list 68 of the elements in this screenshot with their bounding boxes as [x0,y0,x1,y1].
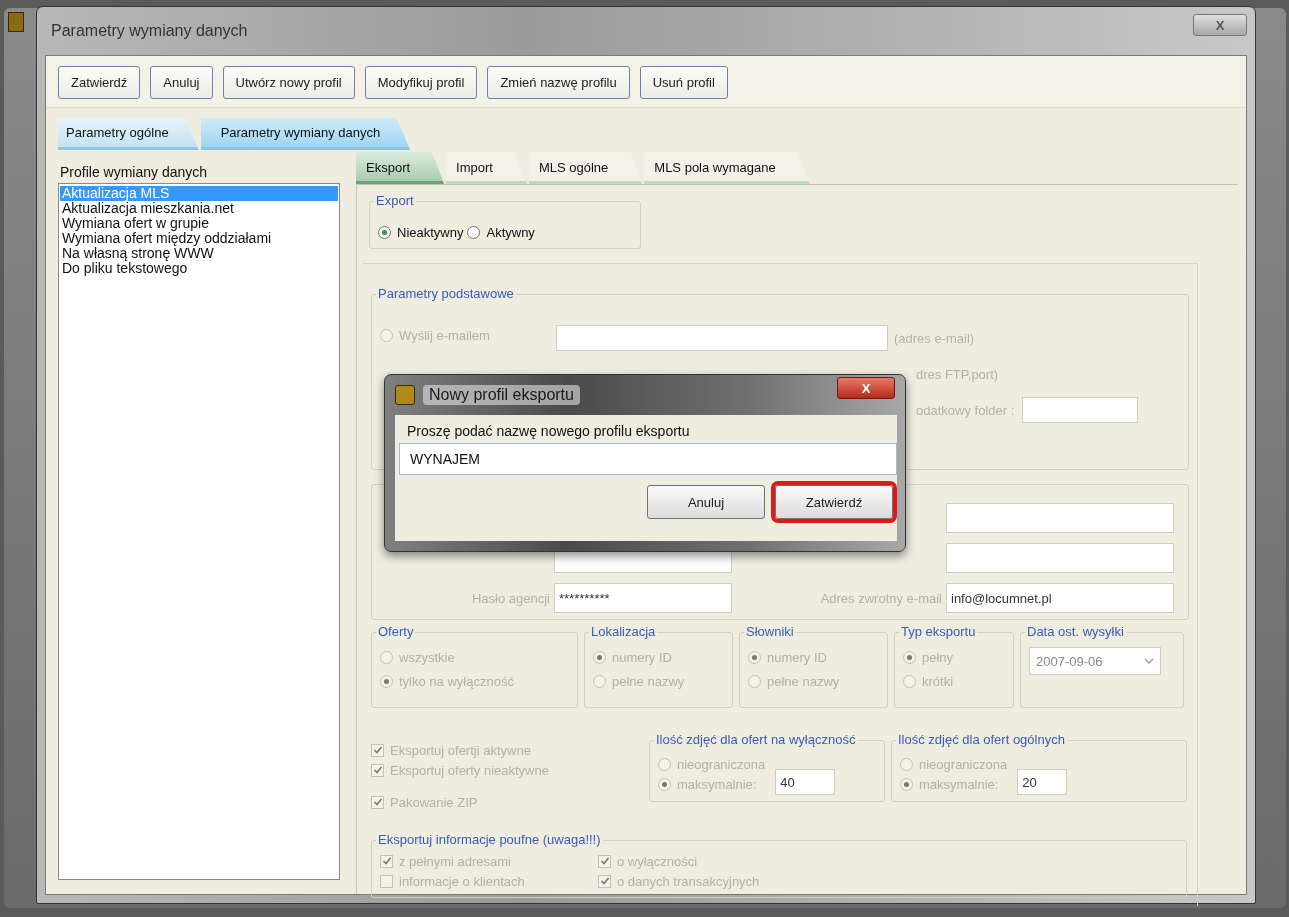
radio-label: wszystkie [399,649,455,665]
group-title: Ilość zdjęć dla ofert ogólnych [896,732,1067,747]
radio-label: pełny [922,649,954,665]
radio-label: nieograniczona [677,756,766,772]
dialog-button[interactable]: Anuluj [647,485,765,519]
radio-label: krótki [922,673,954,689]
close-button[interactable]: X [837,377,895,399]
toolbar-button[interactable]: Usuń profil [639,66,728,99]
close-button[interactable]: X [1193,14,1247,36]
radio-button[interactable] [378,225,391,239]
list-item[interactable]: Wymiana ofert między oddziałami [60,231,338,246]
checkbox-label: Eksportuj ofertji aktywne [390,742,531,758]
checkbox-label: o danych transakcyjnych [617,873,760,889]
group-title: Parametry podstawowe [376,286,516,301]
radio-label: numery ID [767,649,827,665]
field-label: odatkowy folder : [916,402,1015,418]
profile-name-field[interactable]: WYNAJEM [399,443,897,475]
prompt-label: Proszę podać nazwę nowego profilu eksportu [406,423,691,439]
tab[interactable]: Eksport [356,152,445,184]
field-hint: (adres e-mail) [894,330,976,346]
list-item[interactable]: Na własną stronę WWW [60,246,338,261]
radio-label: Nieaktywny [397,224,464,240]
tab[interactable]: MLS ogólne [528,152,643,184]
checkbox-label: o wyłączności [617,853,698,869]
group-title: Ilość zdjęć dla ofert na wyłączność [654,732,858,747]
toolbar-button[interactable]: Anuluj [150,66,213,99]
tab[interactable]: MLS pola wymagane [644,152,810,184]
group-title: Oferty [376,624,416,639]
toolbar-button[interactable]: Modyfikuj profil [364,66,478,99]
radio-label: maksymalnie: [677,776,757,792]
radio-label: Wyślij e-mailem [399,327,490,343]
dialog-title: Nowy profil eksportu [423,385,580,405]
tab[interactable]: Import [446,152,527,184]
chevron-down-icon[interactable] [1144,658,1154,664]
group-title: Data ost. wysyłki [1025,624,1126,639]
toolbar-button[interactable]: Zmień nazwę profilu [487,66,630,99]
checkbox-label: Pakowanie ZIP [390,794,478,810]
list-item[interactable]: Aktualizacja mieszkania.net [60,201,338,216]
radio-label: tylko na wyłączność [399,673,514,689]
group-title: Eksportuj informacje poufne (uwaga!!!) [376,832,603,847]
radio-label: pełne nazwy [612,673,685,689]
checkbox-label: z pełnymi adresami [399,853,511,869]
radio-label: Aktywny [486,224,535,240]
checkbox-label: Eksportuj oferty nieaktywne [390,762,549,778]
list-item[interactable]: Do pliku tekstowego [60,261,338,276]
toolbar-button[interactable]: Utwórz nowy profil [222,66,355,99]
group-title: Typ eksportu [899,624,978,639]
radio-label: numery ID [612,649,672,665]
tab[interactable]: Parametry wymiany danych [200,118,411,150]
radio-label: maksymalnie: [919,776,999,792]
field-label: Adres zwrotny e-mail [819,590,942,606]
group-title: Słowniki [744,624,796,639]
radio-button[interactable] [467,225,481,239]
radio-label: nieograniczona [919,756,1008,772]
dropdown-value: 2007-09-06 [1036,653,1103,669]
panel-title: Profile wymiany danych [59,164,209,182]
app-icon [395,385,415,405]
app-icon [8,12,24,32]
tab[interactable]: Parametry ogólne [58,118,199,150]
group-title: Lokalizacja [589,624,658,639]
window-title: Parametry wymiany danych [50,22,248,40]
group-title: Export [374,193,416,208]
toolbar-button[interactable]: Zatwierdź [58,66,141,99]
checkbox-label: informacje o klientach [399,873,525,889]
field-hint: dres FTP,port) [915,366,1000,382]
radio-label: pełne nazwy [767,673,840,689]
list-item[interactable]: Wymiana ofert w grupie [60,216,338,231]
field-label: Hasło agencji [470,590,550,606]
